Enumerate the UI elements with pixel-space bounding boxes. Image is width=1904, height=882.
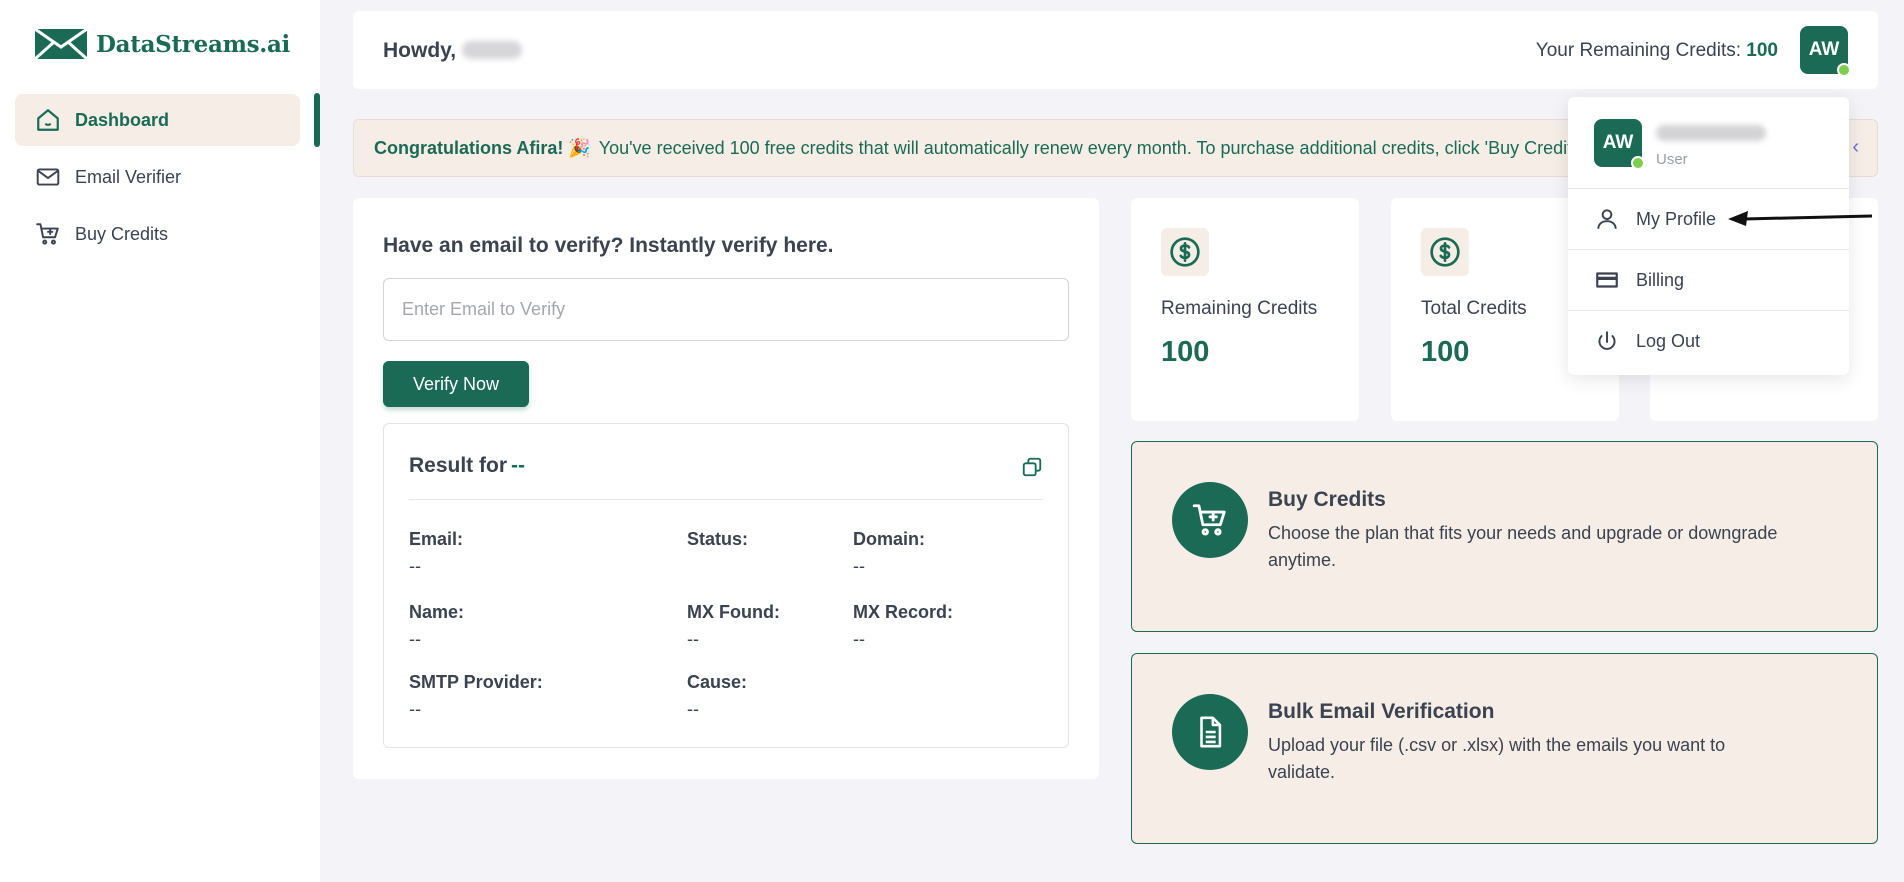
bulk-email-verification-card[interactable]: Bulk Email Verification Upload your file… xyxy=(1131,653,1878,844)
greeting: Howdy, xyxy=(383,39,523,63)
online-status-dot xyxy=(1631,156,1645,170)
profile-dropdown-menu: AW User My Profile Billing Log Out xyxy=(1568,97,1849,375)
dollar-circle-icon xyxy=(1170,237,1200,267)
dollar-circle-icon xyxy=(1430,237,1460,267)
buy-credits-card[interactable]: Buy Credits Choose the plan that fits yo… xyxy=(1131,441,1878,632)
result-field-smtp-provider: SMTP Provider: -- xyxy=(409,672,543,719)
result-field-domain: Domain: -- xyxy=(853,529,925,576)
annotation-arrow-icon xyxy=(1728,211,1873,226)
power-icon xyxy=(1598,330,1616,350)
blurred-username xyxy=(462,41,523,59)
sidebar-item-dashboard[interactable]: Dashboard xyxy=(15,94,300,146)
result-field-name: Name: -- xyxy=(409,602,465,649)
stat-card-remaining-credits: Remaining Credits 100 xyxy=(1131,198,1359,421)
banner-highlight: Congratulations Afira! 🎉 xyxy=(374,137,591,158)
mail-icon xyxy=(36,168,60,186)
dropdown-user-header: AW User xyxy=(1568,97,1849,189)
verify-title: Have an email to verify? Instantly verif… xyxy=(383,234,834,257)
result-divider xyxy=(409,499,1043,500)
dropdown-avatar: AW xyxy=(1594,119,1645,170)
cart-plus-icon xyxy=(1192,504,1226,536)
stat-label: Remaining Credits xyxy=(1161,298,1318,319)
stat-value: 100 xyxy=(1421,336,1470,368)
credit-card-icon xyxy=(1596,272,1618,288)
banner-message: You've received 100 free credits that wi… xyxy=(598,137,1585,158)
stat-label: Total Credits xyxy=(1421,298,1527,319)
blurred-full-name xyxy=(1656,125,1766,141)
action-title: Buy Credits xyxy=(1268,488,1386,511)
sidebar-item-label: Dashboard xyxy=(75,109,170,130)
active-indicator xyxy=(314,93,320,147)
verify-now-button[interactable]: Verify Now xyxy=(383,361,529,407)
result-field-mx-record: MX Record: -- xyxy=(853,602,954,649)
brand-logo[interactable]: DataStreams.ai xyxy=(34,28,290,60)
document-icon xyxy=(1200,716,1222,748)
top-header: Howdy, Your Remaining Credits: 100 AW xyxy=(353,11,1878,89)
sidebar-item-label: Email Verifier xyxy=(75,166,182,187)
sidebar-item-label: Buy Credits xyxy=(75,223,169,244)
brand-name: DataStreams.ai xyxy=(96,30,290,58)
envelope-logo-icon xyxy=(34,28,88,60)
remaining-credits-value: 100 xyxy=(1746,40,1778,61)
sidebar-nav: Dashboard Email Verifier Buy Credits xyxy=(15,94,300,265)
result-field-email: Email: -- xyxy=(409,529,464,576)
result-field-status: Status: xyxy=(687,529,749,549)
result-panel: Result for -- Email: -- Status: Domain: -… xyxy=(383,423,1069,748)
online-status-dot xyxy=(1837,63,1851,77)
user-icon xyxy=(1597,209,1617,229)
home-icon xyxy=(37,109,59,131)
result-field-cause: Cause: -- xyxy=(687,672,748,719)
stat-value: 100 xyxy=(1161,336,1210,368)
sidebar-item-email-verifier[interactable]: Email Verifier xyxy=(15,151,300,203)
menu-item-log-out[interactable]: Log Out xyxy=(1568,311,1849,372)
quick-verify-card: Have an email to verify? Instantly verif… xyxy=(353,198,1099,779)
sidebar-item-buy-credits[interactable]: Buy Credits xyxy=(15,208,300,260)
cart-plus-icon xyxy=(36,223,59,245)
banner-close-icon[interactable]: ‹ xyxy=(1852,136,1859,159)
menu-item-billing[interactable]: Billing xyxy=(1568,250,1849,311)
email-verify-input[interactable] xyxy=(383,278,1069,341)
action-description: Choose the plan that fits your needs and… xyxy=(1268,523,1778,570)
remaining-credits-display: Your Remaining Credits: 100 xyxy=(1535,40,1778,61)
copy-icon[interactable] xyxy=(1021,456,1043,478)
avatar-button[interactable]: AW xyxy=(1800,26,1851,77)
result-title: Result for -- xyxy=(409,454,526,477)
action-title: Bulk Email Verification xyxy=(1268,700,1495,723)
sidebar: DataStreams.ai Dashboard Email Verifier … xyxy=(0,0,320,882)
action-description: Upload your file (.csv or .xlsx) with th… xyxy=(1268,735,1726,782)
result-field-mx-found: MX Found: -- xyxy=(687,602,780,649)
user-role: User xyxy=(1656,151,1688,168)
